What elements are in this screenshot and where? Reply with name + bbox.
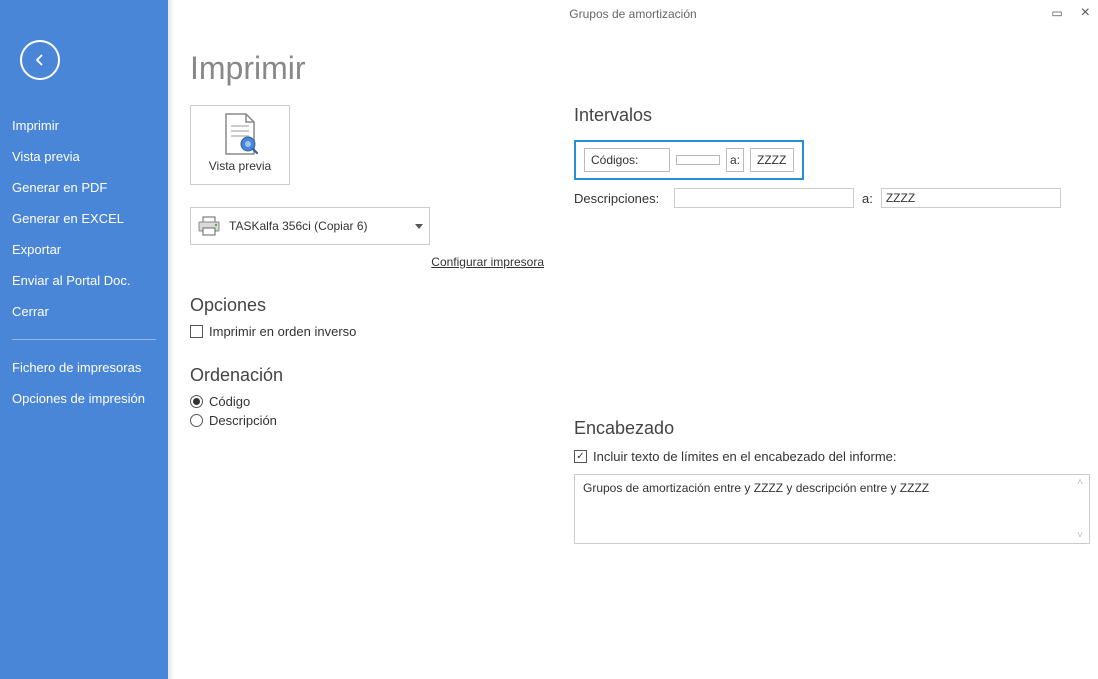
configure-printer-link[interactable]: Configurar impresora [190, 255, 544, 269]
arrow-left-icon [31, 51, 49, 69]
window-title: Grupos de amortización [168, 0, 1098, 28]
header-section: Encabezado ✓ Incluir texto de límites en… [574, 418, 1090, 544]
sidebar: Imprimir Vista previa Generar en PDF Gen… [0, 0, 168, 679]
sidebar-item-imprimir[interactable]: Imprimir [0, 110, 168, 141]
codes-label: Códigos: [584, 148, 670, 172]
sidebar-item-cerrar[interactable]: Cerrar [0, 296, 168, 327]
intervals-heading: Intervalos [574, 105, 1090, 126]
include-limits-label: Incluir texto de límites en el encabezad… [593, 449, 897, 464]
left-column: Vista previa TASKalfa 356ci (Copiar 6) C… [190, 105, 544, 544]
order-codigo-label: Código [209, 394, 250, 409]
sidebar-item-vista-previa[interactable]: Vista previa [0, 141, 168, 172]
descriptions-interval-row: Descripciones: a: [574, 188, 1090, 208]
right-column: Intervalos Códigos: a: ZZZZ Descripcione… [574, 105, 1090, 544]
descriptions-to-input[interactable] [881, 188, 1061, 208]
reverse-order-label: Imprimir en orden inverso [209, 324, 356, 339]
window-close-icon[interactable]: × [1081, 6, 1090, 20]
ordering-heading: Ordenación [190, 365, 544, 386]
options-heading: Opciones [190, 295, 544, 316]
sidebar-item-exportar[interactable]: Exportar [0, 234, 168, 265]
scroll-down-icon: ˅ [1073, 530, 1087, 541]
window-title-text: Grupos de amortización [569, 7, 696, 21]
reverse-order-checkbox[interactable]: Imprimir en orden inverso [190, 324, 544, 339]
scroll-up-icon: ˄ [1073, 477, 1087, 488]
descriptions-label: Descripciones: [574, 191, 666, 206]
descriptions-from-input[interactable] [674, 188, 854, 208]
preview-button[interactable]: Vista previa [190, 105, 290, 185]
codes-interval-row: Códigos: a: ZZZZ [574, 140, 804, 180]
radio-unchecked-icon [190, 414, 203, 427]
sidebar-separator [12, 339, 156, 340]
order-by-codigo-radio[interactable]: Código [190, 394, 544, 409]
sidebar-item-fichero-impresoras[interactable]: Fichero de impresoras [0, 352, 168, 383]
window-controls: ▭ × [1051, 6, 1090, 20]
sidebar-item-generar-excel[interactable]: Generar en EXCEL [0, 203, 168, 234]
printer-icon [197, 216, 221, 236]
main-content: Imprimir [190, 50, 1088, 679]
codes-from-input[interactable] [676, 155, 720, 165]
back-button[interactable] [20, 40, 60, 80]
sidebar-item-generar-pdf[interactable]: Generar en PDF [0, 172, 168, 203]
checkbox-checked-icon: ✓ [574, 450, 587, 463]
chevron-down-icon [415, 224, 423, 229]
document-preview-icon [222, 112, 258, 156]
radio-checked-icon [190, 395, 203, 408]
header-heading: Encabezado [574, 418, 1090, 439]
textarea-scrollbar[interactable]: ˄ ˅ [1073, 477, 1087, 541]
window-maximize-icon[interactable]: ▭ [1051, 6, 1062, 20]
sidebar-item-opciones-impresion[interactable]: Opciones de impresión [0, 383, 168, 414]
order-descripcion-label: Descripción [209, 413, 277, 428]
codes-to-input[interactable]: ZZZZ [750, 148, 794, 172]
preview-button-label: Vista previa [209, 159, 271, 173]
descriptions-to-label: a: [862, 191, 873, 206]
printer-name: TASKalfa 356ci (Copiar 6) [229, 219, 415, 233]
include-limits-checkbox[interactable]: ✓ Incluir texto de límites en el encabez… [574, 449, 1090, 464]
order-by-descripcion-radio[interactable]: Descripción [190, 413, 544, 428]
header-text-content: Grupos de amortización entre y ZZZZ y de… [583, 481, 929, 495]
codes-to-label: a: [726, 148, 744, 172]
page-title: Imprimir [190, 50, 1088, 87]
sidebar-item-enviar-portal[interactable]: Enviar al Portal Doc. [0, 265, 168, 296]
printer-dropdown[interactable]: TASKalfa 356ci (Copiar 6) [190, 207, 430, 245]
header-text-area[interactable]: Grupos de amortización entre y ZZZZ y de… [574, 474, 1090, 544]
checkbox-unchecked-icon [190, 325, 203, 338]
sidebar-shadow [168, 0, 174, 679]
